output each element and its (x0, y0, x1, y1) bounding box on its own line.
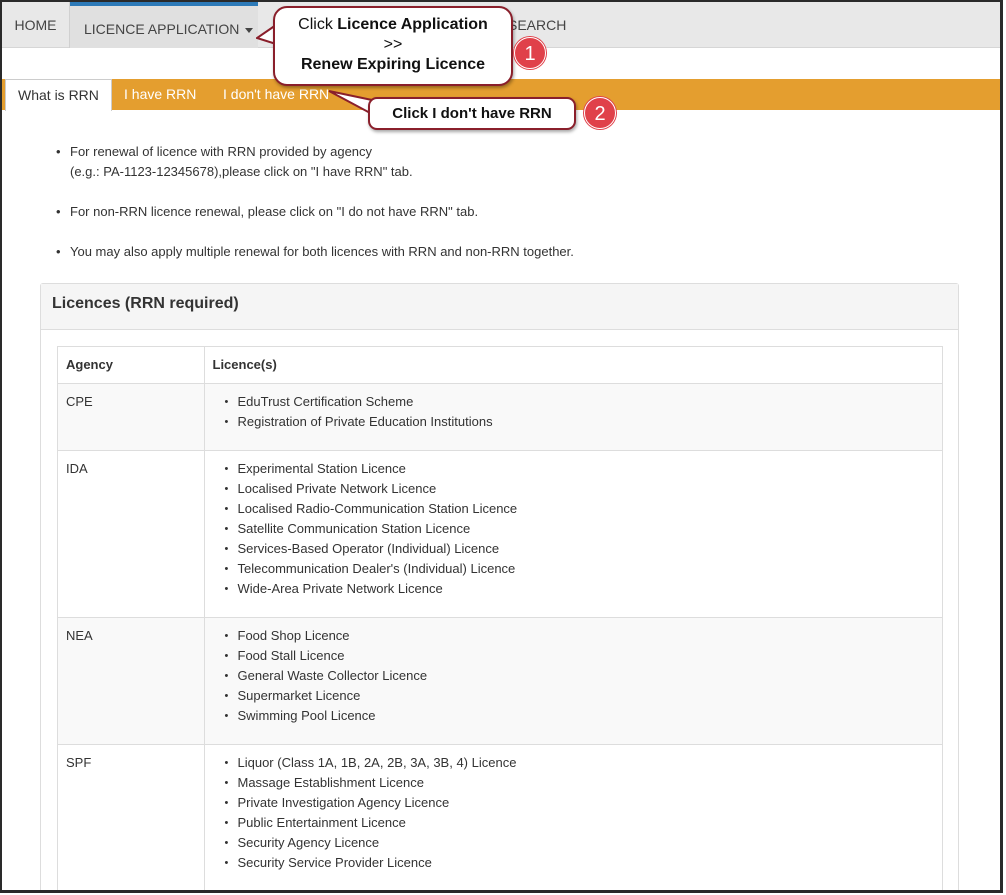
licence-item: Private Investigation Agency Licence (225, 793, 935, 813)
tab-i-have-rrn[interactable]: I have RRN (124, 79, 196, 110)
table-row: SPF Liquor (Class 1A, 1B, 2A, 2B, 3A, 3B,… (58, 744, 942, 890)
intro-item-non-rrn: For non-RRN licence renewal, please clic… (54, 202, 954, 222)
tab-what-is-rrn[interactable]: What is RRN (5, 79, 112, 111)
step-badge-2: 2 (584, 97, 616, 129)
agency-cell: CPE (58, 383, 205, 451)
licences-cell: Liquor (Class 1A, 1B, 2A, 2B, 3A, 3B, 4)… (204, 744, 942, 890)
intro-item-multiple: You may also apply multiple renewal for … (54, 242, 954, 262)
licence-item: EduTrust Certification Scheme (225, 392, 935, 412)
licence-item: Public Entertainment Licence (225, 813, 935, 833)
licence-list: Food Shop LicenceFood Stall LicenceGener… (213, 626, 935, 726)
licence-item: Wide-Area Private Network Licence (225, 579, 935, 599)
table-header-row: Agency Licence(s) (58, 347, 942, 384)
panel-title: Licences (RRN required) (41, 284, 958, 330)
table-row: CPEEduTrust Certification SchemeRegistra… (58, 383, 942, 451)
licence-item: Food Shop Licence (225, 626, 935, 646)
page-frame: HOME LICENCE APPLICATION SEARCH What is … (0, 0, 1003, 893)
intro-instructions: For renewal of licence with RRN provided… (54, 142, 954, 282)
agency-cell: SPF (58, 744, 205, 890)
intro-text: For non-RRN licence renewal, please clic… (70, 204, 479, 219)
callout-1-prefix: Click (298, 16, 338, 33)
licence-item: Security Service Provider Licence (225, 853, 935, 873)
licence-item: Localised Radio-Communication Station Li… (225, 499, 935, 519)
intro-text: (e.g.: PA-1123-12345678),please click on… (70, 164, 413, 179)
licence-item: Food Stall Licence (225, 646, 935, 666)
licence-list: EduTrust Certification SchemeRegistratio… (213, 392, 935, 432)
intro-text: For renewal of licence with RRN provided… (70, 144, 373, 159)
licences-cell: Food Shop LicenceFood Stall LicenceGener… (204, 617, 942, 745)
intro-item-rrn: For renewal of licence with RRN provided… (54, 142, 954, 182)
step-badge-1: 1 (514, 37, 546, 69)
licence-item: Experimental Station Licence (225, 459, 935, 479)
licence-item: Supermarket Licence (225, 686, 935, 706)
header-licences: Licence(s) (204, 347, 942, 384)
header-agency: Agency (58, 347, 205, 384)
licence-item: Massage Establishment Licence (225, 773, 935, 793)
licence-item: Swimming Pool Licence (225, 706, 935, 726)
licence-item: Registration of Private Education Instit… (225, 412, 935, 432)
callout-1-line3: Renew Expiring Licence (300, 56, 486, 73)
callout-1-line1: Click Licence Application (275, 15, 511, 35)
licence-list: Liquor (Class 1A, 1B, 2A, 2B, 3A, 3B, 4)… (213, 753, 935, 873)
table-row: IDAExperimental Station LicenceLocalised… (58, 450, 942, 618)
agency-cell: IDA (58, 450, 205, 618)
licence-item: Satellite Communication Station Licence (225, 519, 935, 539)
licences-table-body: CPEEduTrust Certification SchemeRegistra… (58, 383, 942, 890)
licences-cell: EduTrust Certification SchemeRegistratio… (204, 383, 942, 451)
nav-licence-application-label: LICENCE APPLICATION (84, 21, 240, 37)
table-row: NEAFood Shop LicenceFood Stall LicenceGe… (58, 617, 942, 745)
licence-item: Security Agency Licence (225, 833, 935, 853)
callout-dont-have-rrn: Click I don't have RRN (368, 97, 576, 130)
licence-item: Liquor (Class 1A, 1B, 2A, 2B, 3A, 3B, 4)… (225, 753, 935, 773)
nav-licence-application[interactable]: LICENCE APPLICATION (70, 2, 258, 48)
licences-table: Agency Licence(s) CPEEduTrust Certificat… (58, 347, 942, 890)
nav-home[interactable]: HOME (2, 2, 70, 48)
licence-item: Telecommunication Dealer's (Individual) … (225, 559, 935, 579)
licence-item: Localised Private Network Licence (225, 479, 935, 499)
chevron-down-icon (245, 27, 254, 33)
licence-item: Services-Based Operator (Individual) Lic… (225, 539, 935, 559)
licences-panel: Licences (RRN required) Agency Licence(s… (40, 283, 959, 890)
intro-text: You may also apply multiple renewal for … (70, 244, 574, 259)
licences-table-wrapper: Agency Licence(s) CPEEduTrust Certificat… (57, 346, 943, 890)
agency-cell: NEA (58, 617, 205, 745)
callout-1-arrow: >> (383, 36, 403, 53)
callout-1-bold: Licence Application (337, 16, 488, 33)
licence-item: General Waste Collector Licence (225, 666, 935, 686)
licence-list: Experimental Station LicenceLocalised Pr… (213, 459, 935, 599)
callout-licence-application: Click Licence Application >> Renew Expir… (273, 6, 513, 86)
licences-cell: Experimental Station LicenceLocalised Pr… (204, 450, 942, 618)
